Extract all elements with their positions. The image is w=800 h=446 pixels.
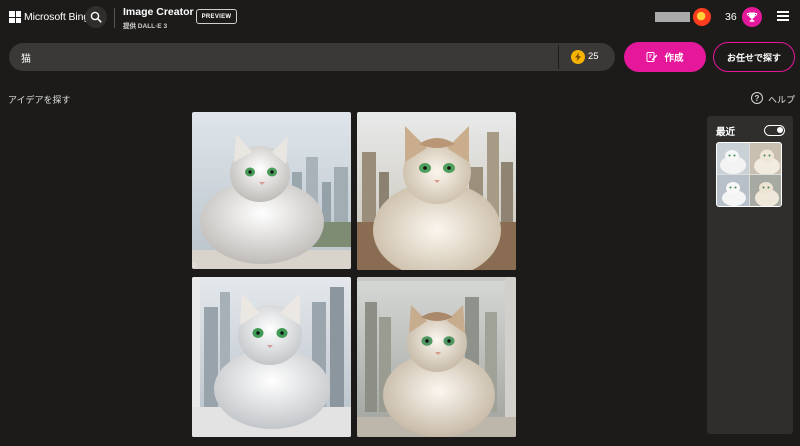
thumb-2 [749,143,781,174]
prompt-input[interactable] [21,50,541,64]
surprise-me-button[interactable]: お任せで探す [713,42,795,72]
product-title[interactable]: Image Creator [123,6,194,18]
user-avatar[interactable] [693,8,711,26]
top-header: Microsoft Bing Image Creator 提供 DALL·E 3… [0,0,800,36]
prompt-divider [558,45,559,69]
thumb-4 [749,175,781,206]
microsoft-logo-icon[interactable] [9,11,21,23]
header-divider [114,8,115,28]
result-image-2[interactable] [357,112,516,270]
brand-name[interactable]: Microsoft Bing [24,11,89,23]
create-label: 作成 [664,53,684,64]
recent-title: 最近 [716,127,736,138]
create-icon [646,52,658,62]
hamburger-menu-icon[interactable] [777,11,789,21]
create-button[interactable]: 作成 [624,42,706,72]
help-icon[interactable]: ? [751,92,763,104]
user-name-redacted[interactable] [655,12,690,22]
boost-count: 25 [588,51,599,62]
thumb-3 [717,175,749,206]
result-image-1[interactable] [192,112,351,269]
result-image-3[interactable] [192,277,351,437]
toggle-knob [776,127,783,134]
product-subtitle: 提供 DALL·E 3 [123,23,168,30]
preview-badge: PREVIEW [196,9,237,24]
help-link[interactable]: ヘルプ [768,93,795,106]
thumb-1 [717,143,749,174]
search-icon[interactable] [85,6,107,28]
boost-icon[interactable] [571,50,585,64]
explore-ideas-link[interactable]: アイデアを探す [8,93,71,106]
trophy-icon[interactable] [742,7,762,27]
prompt-bar: 25 [9,43,615,71]
reward-count[interactable]: 36 [725,11,737,23]
image-info-icon[interactable]: b [193,262,197,269]
recent-toggle[interactable] [764,125,785,136]
recent-creation-thumbnail[interactable] [716,142,782,207]
result-image-4[interactable] [357,277,516,437]
recent-panel: 最近 [707,116,793,434]
